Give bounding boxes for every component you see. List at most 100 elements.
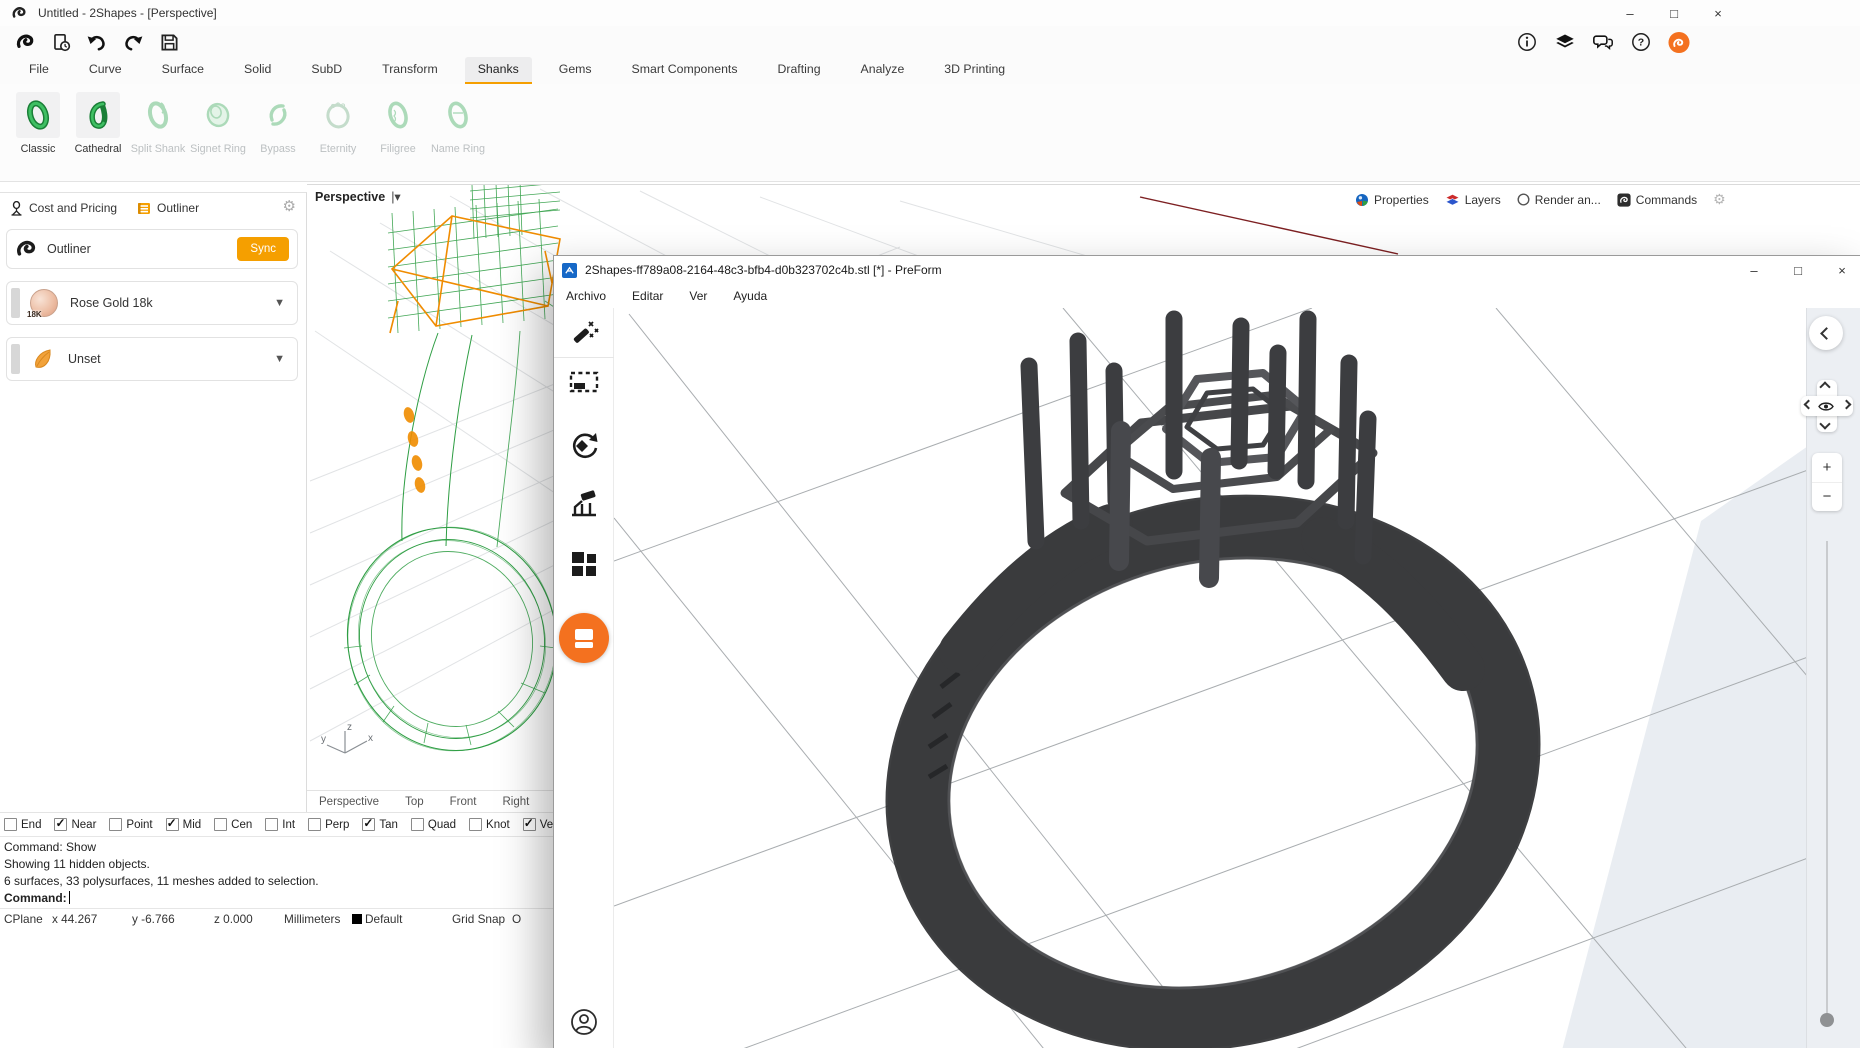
osnap-int[interactable]: Int <box>265 818 295 831</box>
orient-rotate-icon[interactable] <box>568 430 600 462</box>
tab-cost-and-pricing[interactable]: Cost and Pricing <box>10 201 117 216</box>
ring-classic-icon <box>16 92 60 138</box>
tab-surface[interactable]: Surface <box>149 57 217 84</box>
viewport-gear-icon[interactable]: ⚙ <box>1713 191 1726 208</box>
tab-transform[interactable]: Transform <box>369 57 451 84</box>
gem-material-label: Unset <box>68 352 101 366</box>
view-right-button[interactable] <box>1843 401 1850 408</box>
osnap-end[interactable]: End <box>4 818 41 831</box>
osnap-point[interactable]: Point <box>109 818 152 831</box>
tab-drafting[interactable]: Drafting <box>764 57 833 84</box>
incremental-save-icon[interactable] <box>50 31 72 53</box>
layout-icon[interactable] <box>570 550 598 578</box>
status-cplane[interactable]: CPlane <box>4 912 43 926</box>
tab-smart-components[interactable]: Smart Components <box>619 57 751 84</box>
tab-shanks[interactable]: Shanks <box>465 57 532 84</box>
view-tab-perspective[interactable]: Perspective <box>319 796 379 808</box>
ribbon-filigree[interactable]: Filigree <box>370 92 426 181</box>
ribbon-split-shank[interactable]: Split Shank <box>130 92 186 181</box>
account-icon[interactable] <box>570 1008 598 1036</box>
osnap-cen[interactable]: Cen <box>214 818 252 831</box>
view-down-button[interactable] <box>1821 420 1829 428</box>
ribbon-cathedral[interactable]: Cathedral <box>70 92 126 181</box>
tab-subd[interactable]: SubD <box>298 57 355 84</box>
tab-curve[interactable]: Curve <box>76 57 135 84</box>
tab-layers[interactable]: Layers <box>1445 193 1501 207</box>
drag-handle[interactable] <box>11 288 20 318</box>
view-left-button[interactable] <box>1805 401 1812 408</box>
layer-slider-track[interactable] <box>1826 541 1828 1021</box>
undo-icon[interactable] <box>86 31 108 53</box>
ribbon-eternity[interactable]: Eternity <box>310 92 366 181</box>
tab-properties[interactable]: Properties <box>1355 193 1429 207</box>
ribbon-classic[interactable]: Classic <box>10 92 66 181</box>
osnap-mid[interactable]: Mid <box>166 818 202 831</box>
shapes-logo-icon[interactable] <box>14 31 36 53</box>
help-icon[interactable]: ? <box>1630 31 1652 53</box>
preform-minimize-button[interactable]: – <box>1732 257 1776 283</box>
view-tab-top[interactable]: Top <box>405 796 424 808</box>
menu-editar[interactable]: Editar <box>632 289 663 303</box>
tab-solid[interactable]: Solid <box>231 57 284 84</box>
menu-ayuda[interactable]: Ayuda <box>733 289 767 303</box>
preform-canvas[interactable] <box>614 308 1808 1048</box>
tab-3d-printing[interactable]: 3D Printing <box>931 57 1018 84</box>
chat-icon[interactable] <box>1592 31 1614 53</box>
view-eye-icon[interactable] <box>1818 401 1834 412</box>
material-row-metal[interactable]: 18K Rose Gold 18k ▼ <box>6 281 298 325</box>
tab-analyze[interactable]: Analyze <box>848 57 918 84</box>
supports-icon[interactable] <box>569 490 599 518</box>
ribbon-name-ring[interactable]: Name Ring <box>430 92 486 181</box>
command-prompt[interactable]: Command: <box>4 891 67 905</box>
preform-maximize-button[interactable]: □ <box>1776 257 1820 283</box>
print-button[interactable] <box>559 613 609 663</box>
status-grid-snap[interactable]: Grid Snap <box>452 912 505 926</box>
material-row-gem[interactable]: Unset ▼ <box>6 337 298 381</box>
preform-close-button[interactable]: × <box>1820 257 1860 283</box>
info-icon[interactable] <box>1516 31 1538 53</box>
one-click-print-wand-icon[interactable] <box>569 318 599 348</box>
tab-outliner[interactable]: Outliner <box>137 201 199 215</box>
view-up-button[interactable] <box>1821 383 1829 391</box>
ribbon-bypass[interactable]: Bypass <box>250 92 306 181</box>
ribbon-signet-ring[interactable]: Signet Ring <box>190 92 246 181</box>
view-tab-right[interactable]: Right <box>502 796 529 808</box>
status-ortho[interactable]: O <box>512 912 521 926</box>
redo-icon[interactable] <box>122 31 144 53</box>
tab-commands[interactable]: Commands <box>1617 193 1697 207</box>
select-marquee-icon[interactable] <box>569 370 599 396</box>
sync-button[interactable]: Sync <box>237 237 289 261</box>
tab-file[interactable]: File <box>16 57 62 84</box>
minimize-button[interactable]: – <box>1608 0 1652 26</box>
shapes-titlebar: Untitled - 2Shapes - [Perspective] – □ × <box>0 0 1860 26</box>
osnap-near[interactable]: Near <box>54 818 96 831</box>
zoom-in-button[interactable]: + <box>1812 453 1842 482</box>
outliner-card: Outliner Sync <box>6 229 298 269</box>
shapes-account-logo-icon[interactable] <box>1668 31 1690 53</box>
chevron-down-icon[interactable]: ▼ <box>274 353 285 365</box>
osnap-tan[interactable]: Tan <box>362 818 398 831</box>
viewport-title[interactable]: Perspective|▾ <box>315 189 401 204</box>
menu-ver[interactable]: Ver <box>689 289 707 303</box>
learning-stack-icon[interactable] <box>1554 31 1576 53</box>
save-icon[interactable] <box>158 31 180 53</box>
maximize-button[interactable]: □ <box>1652 0 1696 26</box>
status-units[interactable]: Millimeters <box>284 912 340 926</box>
close-button[interactable]: × <box>1696 0 1740 26</box>
chevron-down-icon[interactable]: ▼ <box>274 297 285 309</box>
osnap-quad[interactable]: Quad <box>411 818 456 831</box>
panel-gear-icon[interactable]: ⚙ <box>283 197 296 215</box>
menu-archivo[interactable]: Archivo <box>566 289 606 303</box>
zoom-out-button[interactable]: − <box>1812 482 1842 512</box>
tab-gems[interactable]: Gems <box>546 57 605 84</box>
tab-render[interactable]: Render an... <box>1517 193 1601 207</box>
ring-bypass-icon <box>256 92 300 138</box>
status-layer[interactable]: Default <box>352 912 402 926</box>
collapse-panel-button[interactable] <box>1809 316 1843 350</box>
view-tab-front[interactable]: Front <box>450 796 477 808</box>
layer-slider-handle[interactable] <box>1820 1013 1834 1027</box>
osnap-perp[interactable]: Perp <box>308 818 349 831</box>
drag-handle[interactable] <box>11 344 20 374</box>
view-dpad[interactable] <box>1801 380 1853 432</box>
osnap-knot[interactable]: Knot <box>469 818 510 831</box>
